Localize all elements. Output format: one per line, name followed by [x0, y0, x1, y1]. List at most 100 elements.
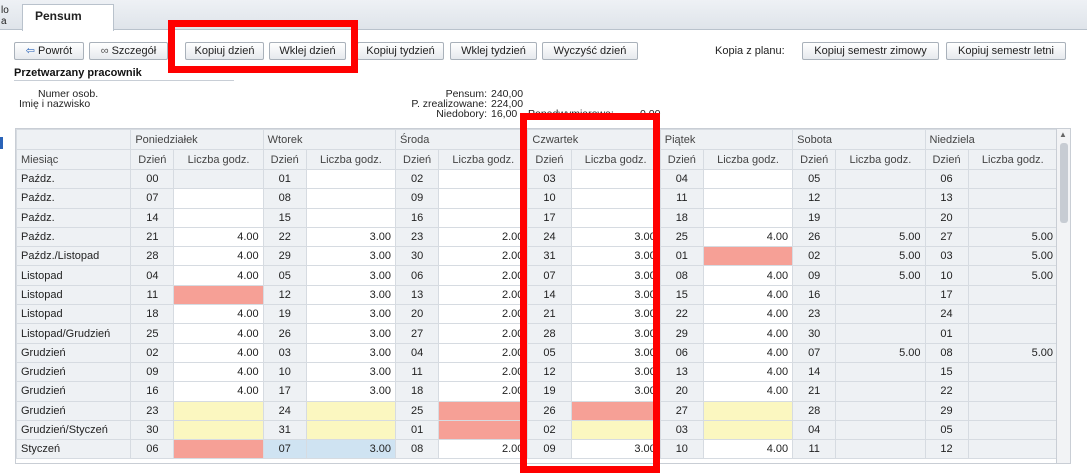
tab-pensum[interactable]: Pensum: [22, 4, 114, 31]
hours-cell[interactable]: 4.00: [173, 323, 264, 344]
hours-cell[interactable]: 3.00: [305, 226, 397, 248]
hours-cell[interactable]: 4.00: [173, 265, 264, 286]
hours-cell[interactable]: 3.00: [570, 439, 661, 460]
table-row[interactable]: Listopad/Grudzień 25 4.00 26 3.00 27 2.00 28 3.0…: [16, 323, 1056, 344]
table-row[interactable]: Paźdz. 07 08 09 10 11 12 13: [16, 188, 1056, 209]
day-number-cell[interactable]: 14: [527, 284, 572, 306]
day-number-cell[interactable]: 12: [924, 439, 969, 460]
hours-cell[interactable]: 2.00: [438, 342, 529, 363]
hours-column-header[interactable]: Liczba godz.: [967, 149, 1056, 170]
day-number-cell[interactable]: 09: [792, 265, 837, 286]
day-number-cell[interactable]: 04: [792, 419, 837, 441]
day-number-cell[interactable]: 22: [262, 226, 307, 248]
hours-cell[interactable]: 4.00: [173, 342, 264, 363]
hours-cell[interactable]: [173, 168, 264, 190]
hours-cell[interactable]: 3.00: [570, 246, 661, 267]
day-number-cell[interactable]: 01: [659, 246, 704, 267]
day-number-cell[interactable]: 29: [924, 400, 969, 421]
hours-cell[interactable]: 3.00: [305, 439, 397, 460]
day-number-cell[interactable]: 27: [924, 226, 969, 248]
hours-cell[interactable]: 3.00: [570, 342, 661, 363]
day-number-cell[interactable]: 29: [262, 246, 307, 267]
day-number-cell[interactable]: 22: [924, 381, 969, 402]
hours-cell[interactable]: [835, 439, 926, 460]
hours-cell[interactable]: 3.00: [570, 226, 661, 248]
day-number-cell[interactable]: 26: [262, 323, 307, 344]
hours-cell[interactable]: [173, 284, 264, 306]
hours-cell[interactable]: 5.00: [835, 246, 926, 267]
day-number-cell[interactable]: 28: [130, 246, 175, 267]
copy-summer-semester-button[interactable]: Kopiuj semestr letni: [946, 42, 1066, 60]
day-column-header[interactable]: Dzień: [130, 149, 175, 170]
day-number-cell[interactable]: 04: [659, 168, 704, 190]
hours-cell[interactable]: 3.00: [570, 361, 661, 383]
hours-cell[interactable]: 2.00: [438, 439, 529, 460]
day-number-cell[interactable]: 07: [527, 265, 572, 286]
table-row[interactable]: Paźdz./Listopad 28 4.00 29 3.00 30 2.00 31 3.00 0…: [16, 246, 1056, 267]
day-number-cell[interactable]: 11: [659, 188, 704, 209]
hours-cell[interactable]: 5.00: [835, 265, 926, 286]
hours-cell[interactable]: [438, 168, 529, 190]
day-number-cell[interactable]: 09: [130, 361, 175, 383]
day-number-cell[interactable]: 06: [130, 439, 175, 460]
day-number-cell[interactable]: 11: [130, 284, 175, 306]
day-number-cell[interactable]: 03: [924, 246, 969, 267]
hours-cell[interactable]: [173, 207, 264, 228]
day-number-cell[interactable]: 04: [130, 265, 175, 286]
hours-cell[interactable]: [835, 400, 926, 421]
day-number-cell[interactable]: 30: [395, 246, 440, 267]
day-number-cell[interactable]: 07: [262, 439, 307, 460]
day-number-cell[interactable]: 31: [262, 419, 307, 441]
hours-cell[interactable]: [305, 400, 397, 421]
day-number-cell[interactable]: 01: [262, 168, 307, 190]
hours-cell[interactable]: 2.00: [438, 284, 529, 306]
scrollbar-thumb[interactable]: [1060, 143, 1068, 223]
hours-cell[interactable]: [305, 207, 397, 228]
day-number-cell[interactable]: 10: [659, 439, 704, 460]
hours-cell[interactable]: [967, 188, 1056, 209]
hours-cell[interactable]: [835, 188, 926, 209]
hours-cell[interactable]: [570, 419, 661, 441]
day-number-cell[interactable]: 23: [395, 226, 440, 248]
hours-cell[interactable]: 3.00: [305, 265, 397, 286]
day-number-cell[interactable]: 28: [527, 323, 572, 344]
hours-cell[interactable]: [173, 400, 264, 421]
hours-cell[interactable]: [967, 323, 1056, 344]
hours-cell[interactable]: [570, 400, 661, 421]
day-number-cell[interactable]: 06: [659, 342, 704, 363]
hours-column-header[interactable]: Liczba godz.: [570, 149, 661, 170]
clear-day-button[interactable]: Wyczyść dzień: [542, 42, 638, 60]
day-number-cell[interactable]: 07: [792, 342, 837, 363]
hours-cell[interactable]: [702, 188, 794, 209]
hours-cell[interactable]: [438, 419, 529, 441]
copy-day-button[interactable]: Kopiuj dzień: [185, 42, 264, 60]
day-number-cell[interactable]: 12: [527, 361, 572, 383]
day-column-header[interactable]: Dzień: [395, 149, 440, 170]
day-number-cell[interactable]: 08: [262, 188, 307, 209]
paste-week-button[interactable]: Wklej tydzień: [450, 42, 537, 60]
table-row[interactable]: Grudzień 09 4.00 10 3.00 11 2.00 12 3.00 13 4.00 14…: [16, 361, 1056, 383]
day-number-cell[interactable]: 25: [130, 323, 175, 344]
table-row[interactable]: Paźdz. 14 15 16 17 18 19 20: [16, 207, 1056, 228]
hours-cell[interactable]: [967, 400, 1056, 421]
hours-cell[interactable]: [967, 304, 1056, 325]
day-number-cell[interactable]: 12: [792, 188, 837, 209]
hours-cell[interactable]: 3.00: [305, 304, 397, 325]
day-column-header[interactable]: Dzień: [792, 149, 837, 170]
day-number-cell[interactable]: 21: [792, 381, 837, 402]
day-number-cell[interactable]: 16: [130, 381, 175, 402]
day-number-cell[interactable]: 02: [792, 246, 837, 267]
hours-cell[interactable]: [702, 246, 794, 267]
hours-cell[interactable]: [835, 207, 926, 228]
hours-cell[interactable]: [835, 168, 926, 190]
day-column-header[interactable]: Dzień: [262, 149, 307, 170]
day-number-cell[interactable]: 19: [262, 304, 307, 325]
hours-cell[interactable]: [702, 207, 794, 228]
day-number-cell[interactable]: 25: [659, 226, 704, 248]
day-number-cell[interactable]: 00: [130, 168, 175, 190]
hours-cell[interactable]: [438, 188, 529, 209]
hours-cell[interactable]: 4.00: [702, 381, 794, 402]
hours-cell[interactable]: [835, 381, 926, 402]
hours-cell[interactable]: 5.00: [967, 342, 1056, 363]
day-number-cell[interactable]: 17: [262, 381, 307, 402]
